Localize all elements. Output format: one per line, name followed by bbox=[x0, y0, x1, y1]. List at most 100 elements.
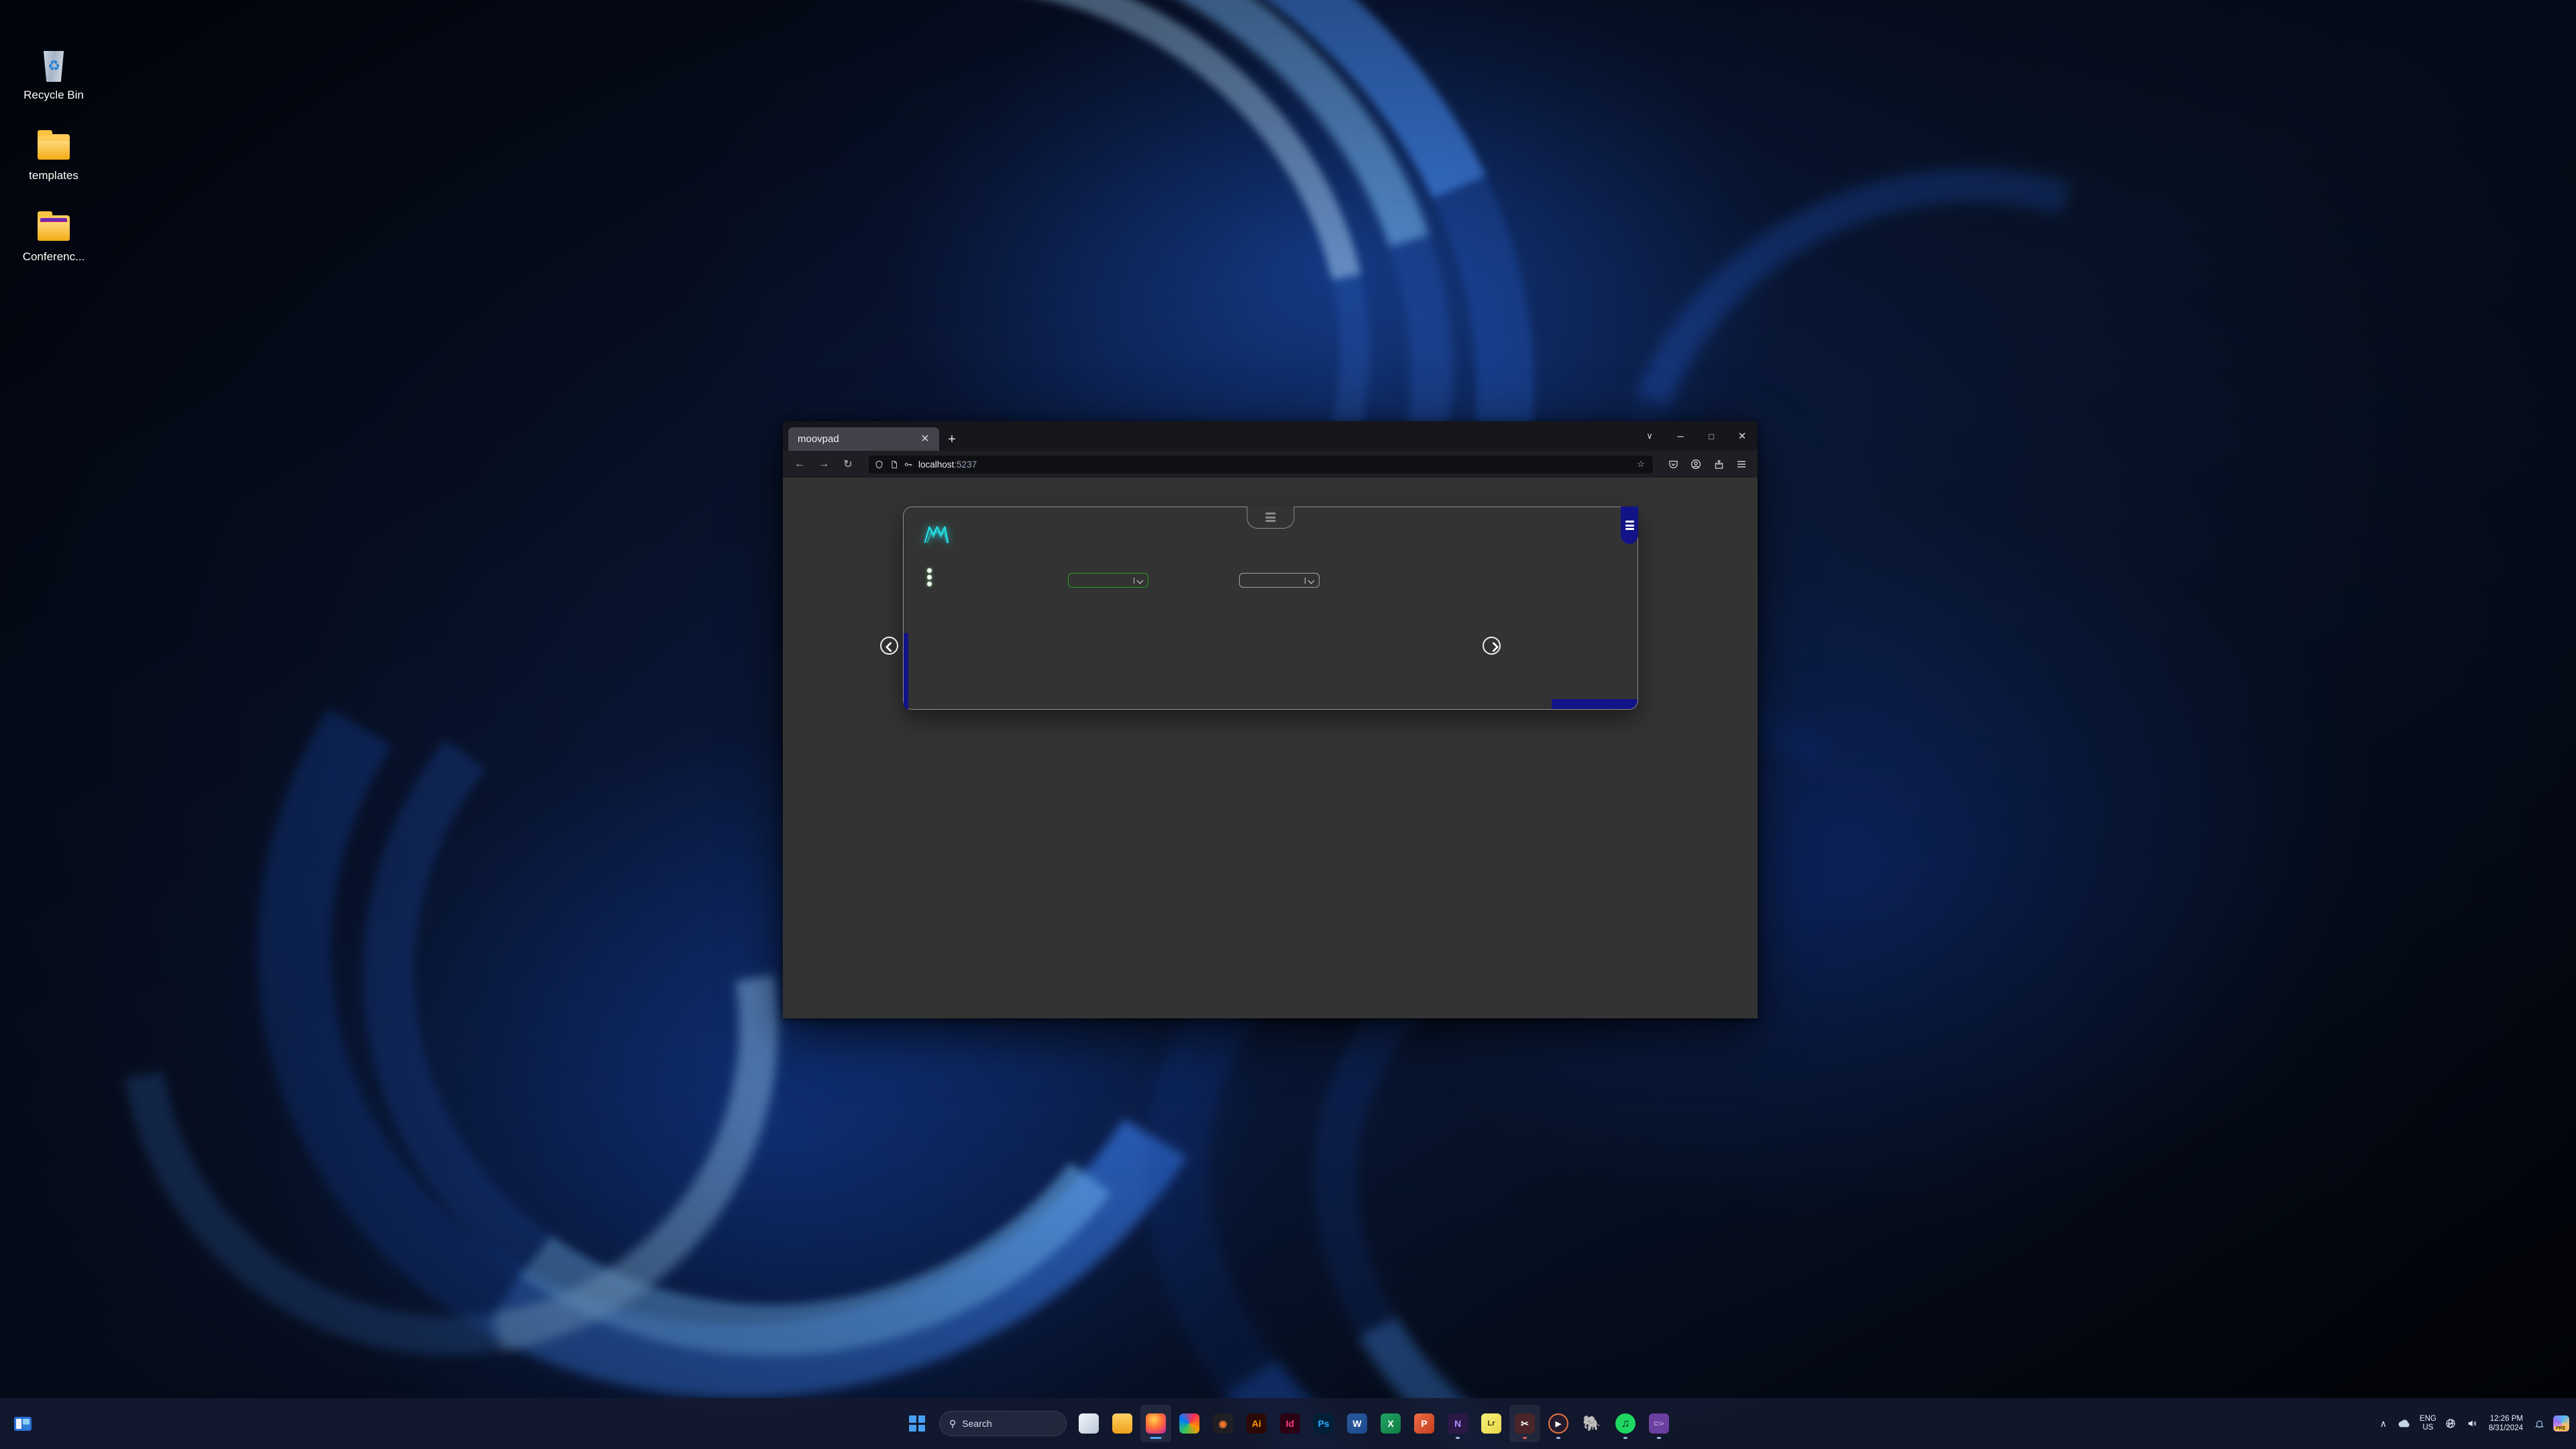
desktop-icon-conference[interactable]: Conferenc... bbox=[13, 209, 94, 264]
excel-icon: X bbox=[1381, 1413, 1401, 1434]
taskbar-app-word[interactable]: W bbox=[1342, 1405, 1373, 1442]
close-icon[interactable]: ✕ bbox=[918, 432, 932, 447]
taskbar-app-blender[interactable]: ◉ bbox=[1208, 1405, 1238, 1442]
taskbar-app-snipping-tool[interactable]: ✂ bbox=[1509, 1405, 1540, 1442]
affinity-icon: N bbox=[1448, 1413, 1468, 1434]
taskbar-center: ⚲ Search ◉ Ai Id Ps W X P N Lr ✂ ▶ 🐘 ♫ C… bbox=[902, 1405, 1674, 1442]
illustrator-icon: Ai bbox=[1246, 1413, 1267, 1434]
taskbar-app-firefox[interactable] bbox=[1140, 1405, 1171, 1442]
task-view-icon bbox=[14, 1416, 32, 1431]
clock-time: 12:26 PM bbox=[2489, 1414, 2523, 1423]
chevron-right-icon bbox=[1489, 643, 1495, 649]
page-icon[interactable] bbox=[889, 460, 899, 470]
browser-toolbar: ← → ↻ localhost:5237 ☆ bbox=[783, 451, 1758, 478]
onedrive-icon[interactable] bbox=[2396, 1419, 2413, 1428]
clock[interactable]: 12:26 PM 8/31/2024 bbox=[2486, 1414, 2526, 1434]
clock-date: 8/31/2024 bbox=[2488, 1424, 2523, 1432]
spotify-icon: ♫ bbox=[1615, 1413, 1635, 1434]
window-controls: ∨ – □ ✕ bbox=[1634, 421, 1758, 451]
search-input[interactable]: ⚲ Search bbox=[939, 1411, 1067, 1436]
desktop-icon-templates[interactable]: templates bbox=[13, 127, 94, 182]
firefox-icon bbox=[1146, 1413, 1166, 1434]
close-window-button[interactable]: ✕ bbox=[1727, 421, 1758, 451]
primary-select[interactable] bbox=[1068, 573, 1148, 588]
taskbar-app-powerpoint[interactable]: P bbox=[1409, 1405, 1440, 1442]
browser-tab[interactable]: moovpad ✕ bbox=[788, 427, 939, 451]
prev-slide-button[interactable] bbox=[880, 637, 898, 655]
indesign-icon: Id bbox=[1280, 1413, 1300, 1434]
language-line-2: US bbox=[2422, 1424, 2434, 1432]
taskbar[interactable]: ⚲ Search ◉ Ai Id Ps W X P N Lr ✂ ▶ 🐘 ♫ C… bbox=[0, 1398, 2576, 1449]
next-slide-button[interactable] bbox=[1483, 637, 1501, 655]
moovpad-card[interactable] bbox=[903, 506, 1638, 710]
chevron-left-icon bbox=[886, 643, 893, 649]
reload-icon[interactable]: ↻ bbox=[839, 455, 857, 473]
minimize-button[interactable]: – bbox=[1665, 421, 1696, 451]
taskbar-app-folder[interactable] bbox=[1107, 1405, 1138, 1442]
taskbar-app-illustrator[interactable]: Ai bbox=[1241, 1405, 1272, 1442]
taskbar-app-lightroom[interactable]: Lr bbox=[1476, 1405, 1507, 1442]
search-placeholder: Search bbox=[962, 1418, 992, 1429]
browser-window[interactable]: moovpad ✕ + ∨ – □ ✕ ← → ↻ localhost:5237… bbox=[783, 421, 1758, 1018]
network-icon[interactable] bbox=[2443, 1418, 2458, 1429]
app-menu-icon[interactable] bbox=[1733, 456, 1750, 472]
account-icon[interactable] bbox=[1688, 456, 1704, 472]
forward-icon[interactable]: → bbox=[815, 455, 833, 473]
hamburger-icon bbox=[1265, 513, 1276, 522]
powerpoint-icon: P bbox=[1414, 1413, 1434, 1434]
page-viewport[interactable] bbox=[783, 478, 1758, 1018]
windows-logo-icon bbox=[909, 1415, 925, 1432]
taskbar-app-postgresql[interactable]: 🐘 bbox=[1576, 1405, 1607, 1442]
bell-icon[interactable] bbox=[2532, 1419, 2546, 1429]
taskbar-app-photoshop-express[interactable] bbox=[1174, 1405, 1205, 1442]
maximize-button[interactable]: □ bbox=[1696, 421, 1727, 451]
taskbar-app-affinity[interactable]: N bbox=[1442, 1405, 1473, 1442]
running-indicator bbox=[1556, 1437, 1560, 1439]
tab-title: moovpad bbox=[798, 433, 839, 445]
hamburger-icon bbox=[1625, 521, 1634, 530]
chevron-down-icon[interactable] bbox=[1138, 578, 1144, 582]
snipping-tool-icon: ✂ bbox=[1515, 1413, 1535, 1434]
right-panel-handle[interactable] bbox=[1621, 506, 1638, 544]
desktop-icon-label: Conferenc... bbox=[22, 250, 85, 263]
secondary-select[interactable] bbox=[1239, 573, 1320, 588]
taskbar-app-indesign[interactable]: Id bbox=[1275, 1405, 1305, 1442]
taskbar-app-excel[interactable]: X bbox=[1375, 1405, 1406, 1442]
volume-icon[interactable] bbox=[2465, 1418, 2479, 1429]
permissions-icon[interactable] bbox=[904, 460, 914, 470]
taskbar-app-file-explorer[interactable] bbox=[1073, 1405, 1104, 1442]
running-indicator bbox=[1523, 1437, 1527, 1439]
running-indicator bbox=[1456, 1437, 1460, 1439]
shield-icon[interactable] bbox=[874, 460, 884, 470]
moovpad-logo-icon bbox=[922, 523, 950, 545]
recycle-bin-icon: ♻ bbox=[34, 47, 74, 85]
folder-icon bbox=[34, 127, 74, 165]
top-panel-handle[interactable] bbox=[1246, 506, 1295, 529]
pocket-icon[interactable] bbox=[1665, 456, 1681, 472]
list-all-tabs-icon[interactable]: ∨ bbox=[1634, 421, 1665, 451]
desktop-icon-recycle-bin[interactable]: ♻ Recycle Bin bbox=[13, 47, 94, 102]
system-tray: ∧ ENG US 12:26 PM 8/31/2024 PRE bbox=[2378, 1414, 2569, 1434]
task-view-button[interactable] bbox=[9, 1410, 36, 1437]
address-bar[interactable]: localhost:5237 ☆ bbox=[869, 455, 1653, 474]
copilot-icon[interactable]: PRE bbox=[2553, 1415, 2569, 1432]
extensions-icon[interactable] bbox=[1711, 456, 1727, 472]
photoshop-icon: Ps bbox=[1313, 1413, 1334, 1434]
photoshop-express-icon bbox=[1179, 1413, 1199, 1434]
taskbar-app-photoshop[interactable]: Ps bbox=[1308, 1405, 1339, 1442]
language-indicator[interactable]: ENG US bbox=[2420, 1415, 2436, 1432]
taskbar-app-media-player[interactable]: ▶ bbox=[1543, 1405, 1574, 1442]
lightroom-icon: Lr bbox=[1481, 1413, 1501, 1434]
start-button[interactable] bbox=[902, 1408, 932, 1439]
left-accent-bar bbox=[904, 633, 908, 709]
postgresql-icon: 🐘 bbox=[1582, 1415, 1601, 1432]
tray-overflow-icon[interactable]: ∧ bbox=[2378, 1418, 2389, 1430]
chevron-down-icon[interactable] bbox=[1309, 578, 1315, 582]
url-text[interactable]: localhost:5237 bbox=[918, 460, 1629, 470]
back-icon[interactable]: ← bbox=[791, 455, 808, 473]
taskbar-app-terminal[interactable]: C:\> bbox=[1644, 1405, 1674, 1442]
new-tab-button[interactable]: + bbox=[945, 432, 959, 447]
bookmark-icon[interactable]: ☆ bbox=[1634, 459, 1648, 470]
taskbar-app-spotify[interactable]: ♫ bbox=[1610, 1405, 1641, 1442]
more-options-icon[interactable] bbox=[927, 568, 932, 586]
